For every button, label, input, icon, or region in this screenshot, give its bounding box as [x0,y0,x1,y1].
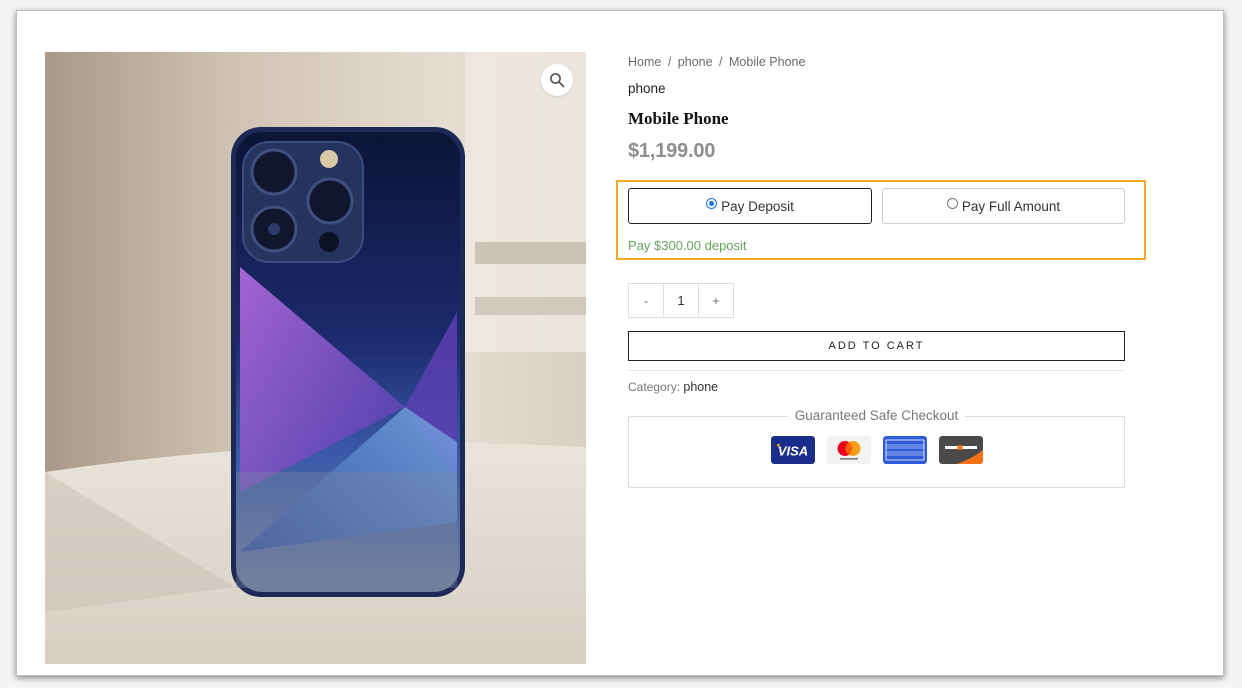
quantity-input[interactable]: 1 [663,284,699,317]
payment-card-list: VISA [771,436,983,464]
product-title: Mobile Phone [628,109,729,128]
product-category-label[interactable]: phone [628,79,1148,99]
zoom-button[interactable] [541,64,573,96]
pay-deposit-label: Pay Deposit [721,198,794,214]
breadcrumb-separator: / [719,55,723,69]
discover-card-icon [939,436,983,464]
visa-card-icon: VISA [771,436,815,464]
quantity-plus-button[interactable]: + [698,284,733,317]
breadcrumb-category-link[interactable]: phone [678,55,713,69]
product-summary: Home / phone / Mobile Phone phone Mobile… [616,52,1148,488]
breadcrumb-separator: / [667,55,672,69]
deposit-amount-note: Pay $300.00 deposit [628,238,747,253]
pay-full-radio[interactable] [946,197,958,209]
pay-deposit-radio[interactable] [706,197,718,209]
deposit-options-box: Pay Deposit Pay Full Amount Pay $300.00 … [616,180,1146,260]
breadcrumb-current: Mobile Phone [729,55,806,69]
quantity-stepper: - 1 + [628,283,734,318]
mastercard-icon [827,436,871,464]
pay-full-label: Pay Full Amount [961,198,1061,214]
product-meta: Category: phone [628,380,718,394]
divider [628,370,1125,371]
category-link[interactable]: phone [683,380,718,394]
breadcrumb-home-link[interactable]: Home [628,55,661,69]
quantity-minus-button[interactable]: - [629,284,664,317]
svg-text:VISA: VISA [778,444,808,459]
product-image[interactable] [45,52,586,664]
breadcrumb: Home / phone / Mobile Phone [628,52,1148,72]
phone-photo [45,52,586,664]
category-prefix: Category: [628,380,681,394]
add-to-cart-button[interactable]: ADD TO CART [628,331,1125,361]
pay-deposit-option[interactable]: Pay Deposit [628,188,872,224]
pay-full-option[interactable]: Pay Full Amount [882,188,1125,224]
magnifier-icon [550,73,565,88]
safe-checkout-box: Guaranteed Safe Checkout VISA [628,408,1125,488]
safe-checkout-title: Guaranteed Safe Checkout [787,408,966,423]
product-price: $1,199.00 [628,140,716,162]
page-frame: Home / phone / Mobile Phone phone Mobile… [16,10,1224,676]
american-express-icon [883,436,927,464]
